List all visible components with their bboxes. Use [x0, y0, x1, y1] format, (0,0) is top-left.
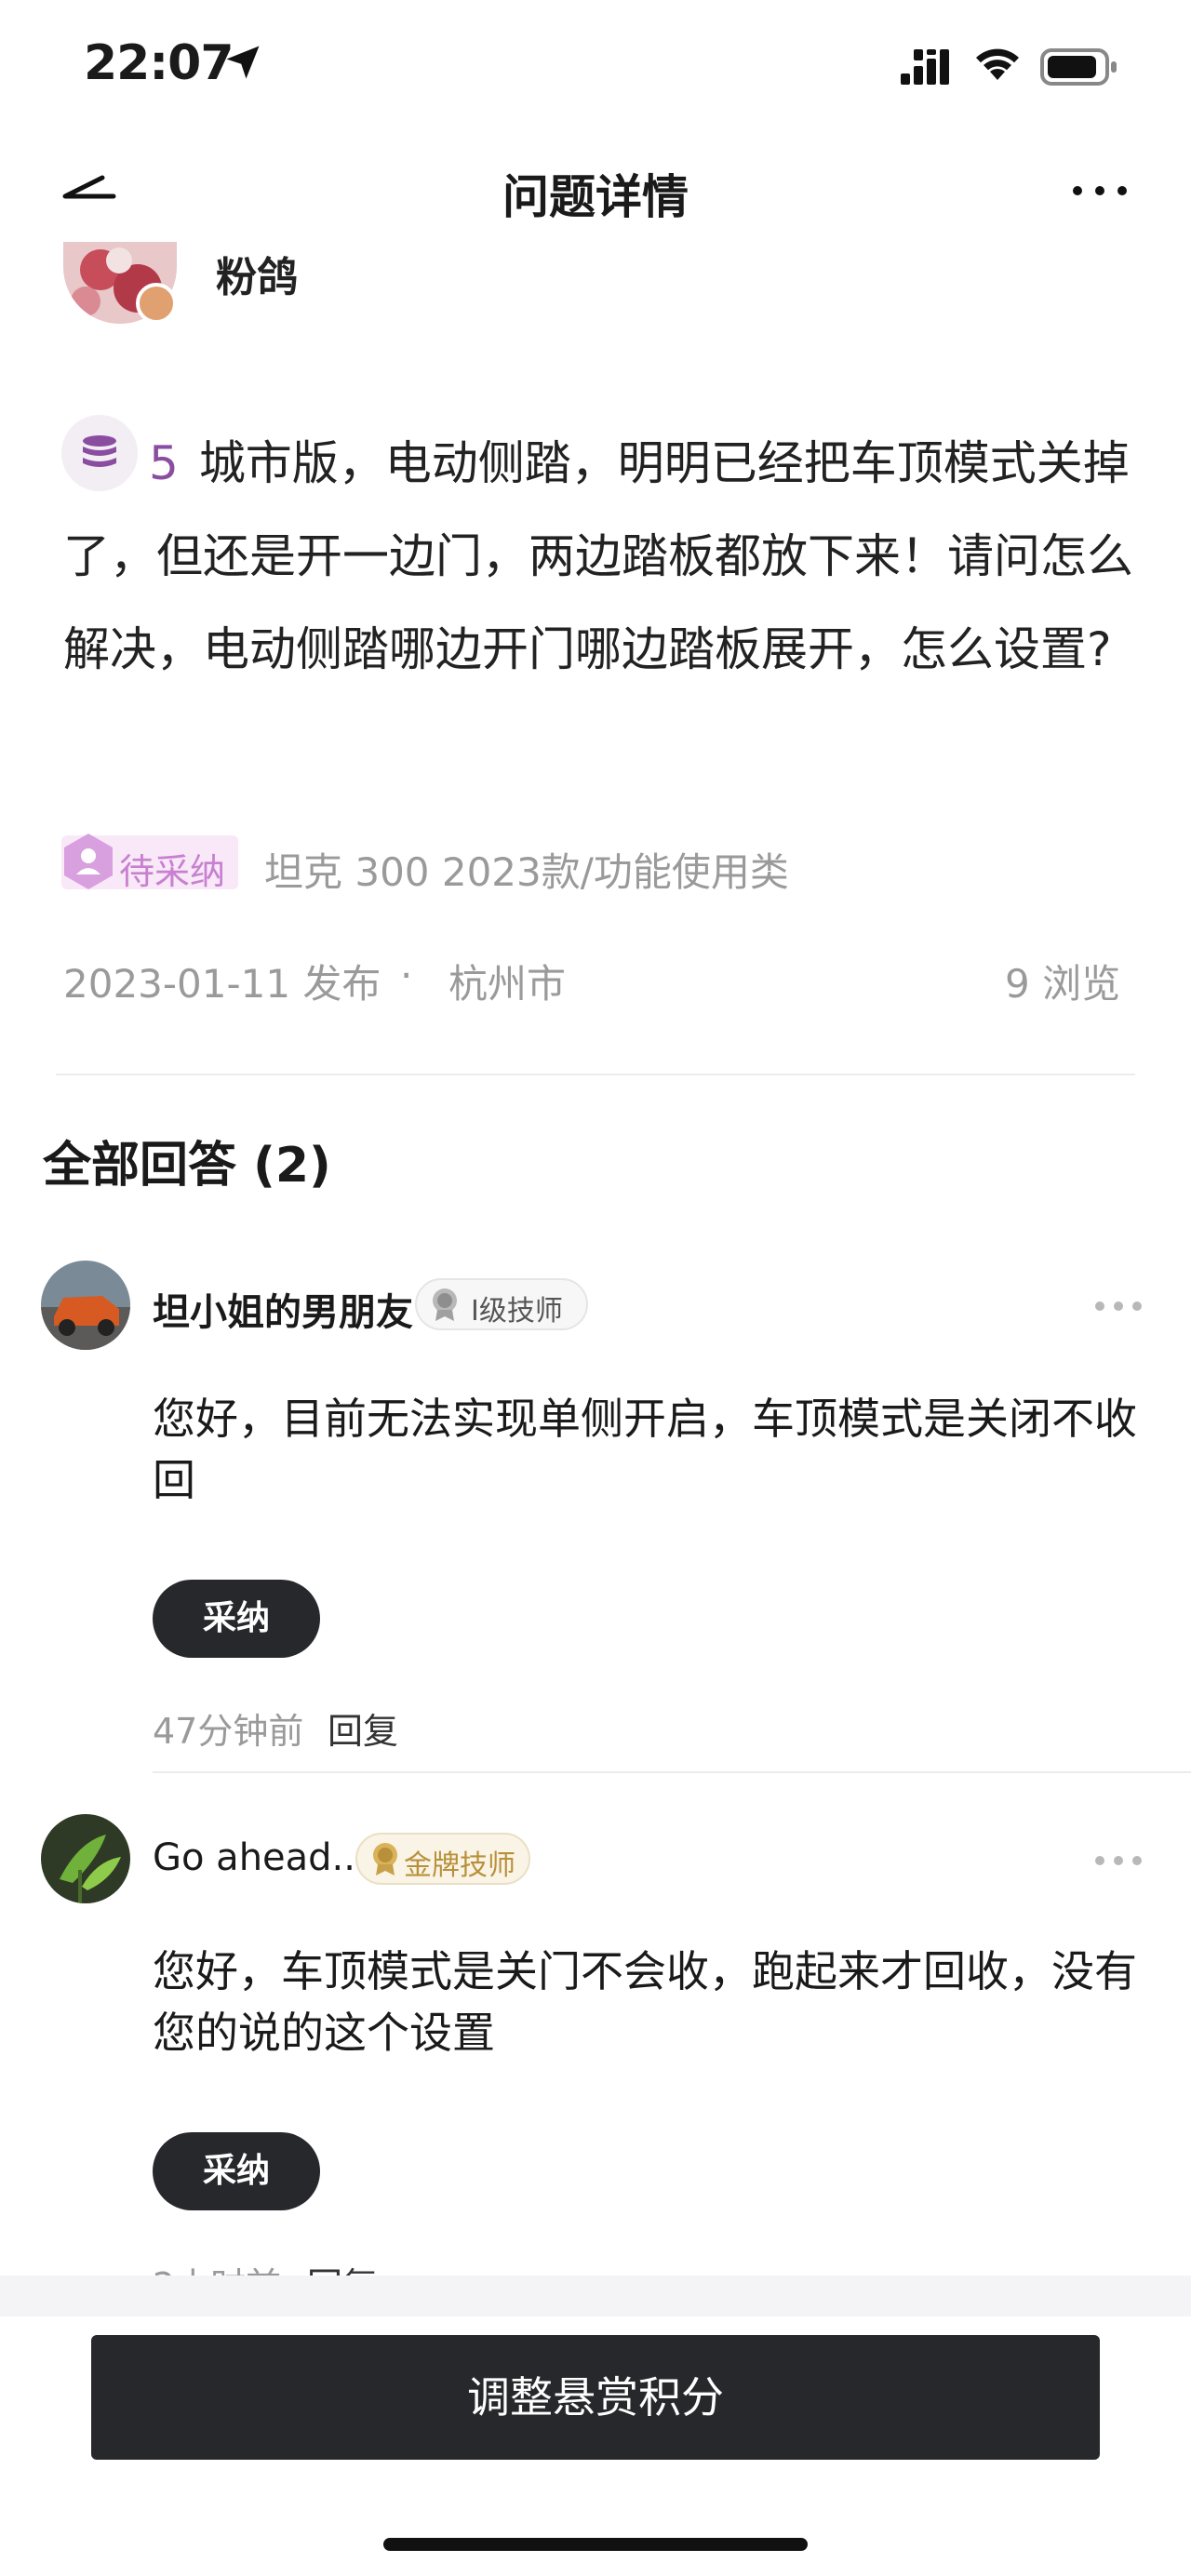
publish-date: 2023-01-11 发布 — [63, 961, 381, 1007]
location-arrow-icon — [226, 46, 260, 79]
battery-icon — [1040, 48, 1117, 86]
home-indicator[interactable] — [383, 2538, 808, 2551]
technician-badge-label: I级技师 — [471, 1295, 563, 1328]
reply-link[interactable]: 回复 — [328, 1702, 398, 1754]
reward-points: 5 — [149, 436, 179, 490]
gold-medal-icon — [373, 1843, 397, 1875]
publish-city: 杭州市 — [448, 961, 567, 1007]
cellular-signal-icon — [901, 49, 949, 85]
answer-more-icon[interactable] — [1094, 1853, 1143, 1868]
divider — [153, 1771, 1191, 1773]
answer-avatar[interactable] — [41, 1261, 130, 1350]
page-title: 问题详情 — [502, 170, 689, 224]
adjust-reward-button[interactable]: 调整悬赏积分 — [91, 2335, 1100, 2460]
pending-user-icon — [64, 834, 113, 889]
answer-text: 您好，车顶模式是关门不会收，跑起来才回收，没有您的说的这个设置 — [153, 1946, 1137, 2058]
technician-badge-label: 金牌技师 — [404, 1849, 515, 1882]
divider — [56, 1074, 1135, 1075]
answer-more-icon[interactable] — [1094, 1299, 1143, 1314]
answer-author-name[interactable]: Go ahead... — [153, 1836, 368, 1879]
meta-separator: · — [400, 953, 413, 998]
answer-avatar[interactable] — [41, 1814, 130, 1903]
more-options-icon[interactable] — [1070, 177, 1130, 205]
silver-medal-icon — [433, 1288, 457, 1321]
adopt-button[interactable]: 采纳 — [153, 2132, 320, 2210]
adopt-button[interactable]: 采纳 — [153, 1580, 320, 1658]
status-time: 22:07 — [84, 35, 234, 91]
answer-author-name[interactable]: 坦小姐的男朋友 — [153, 1282, 413, 1336]
author-level-badge — [136, 283, 177, 324]
status-tag-label: 待采纳 — [119, 851, 226, 892]
question-category[interactable]: 坦克 300 2023款/功能使用类 — [264, 841, 789, 898]
answers-heading: 全部回答 (2) — [43, 1138, 331, 1194]
question-body: 5 城市版，电动侧踏，明明已经把车顶模式关掉了，但还是开一边门，两边踏板都放下来！… — [63, 417, 1133, 696]
answer-text: 您好，目前无法实现单侧开启，车顶模式是关闭不收回 — [153, 1394, 1137, 1505]
answer-time: 47分钟前 — [153, 1711, 304, 1752]
view-count: 9 浏览 — [1005, 961, 1121, 1007]
author-name[interactable]: 粉鸽 — [216, 244, 298, 303]
wifi-icon — [976, 48, 1019, 80]
question-text: 城市版，电动侧踏，明明已经把车顶模式关掉了，但还是开一边门，两边踏板都放下来！请… — [63, 436, 1133, 676]
bottom-bar-shadow — [0, 2276, 1191, 2316]
